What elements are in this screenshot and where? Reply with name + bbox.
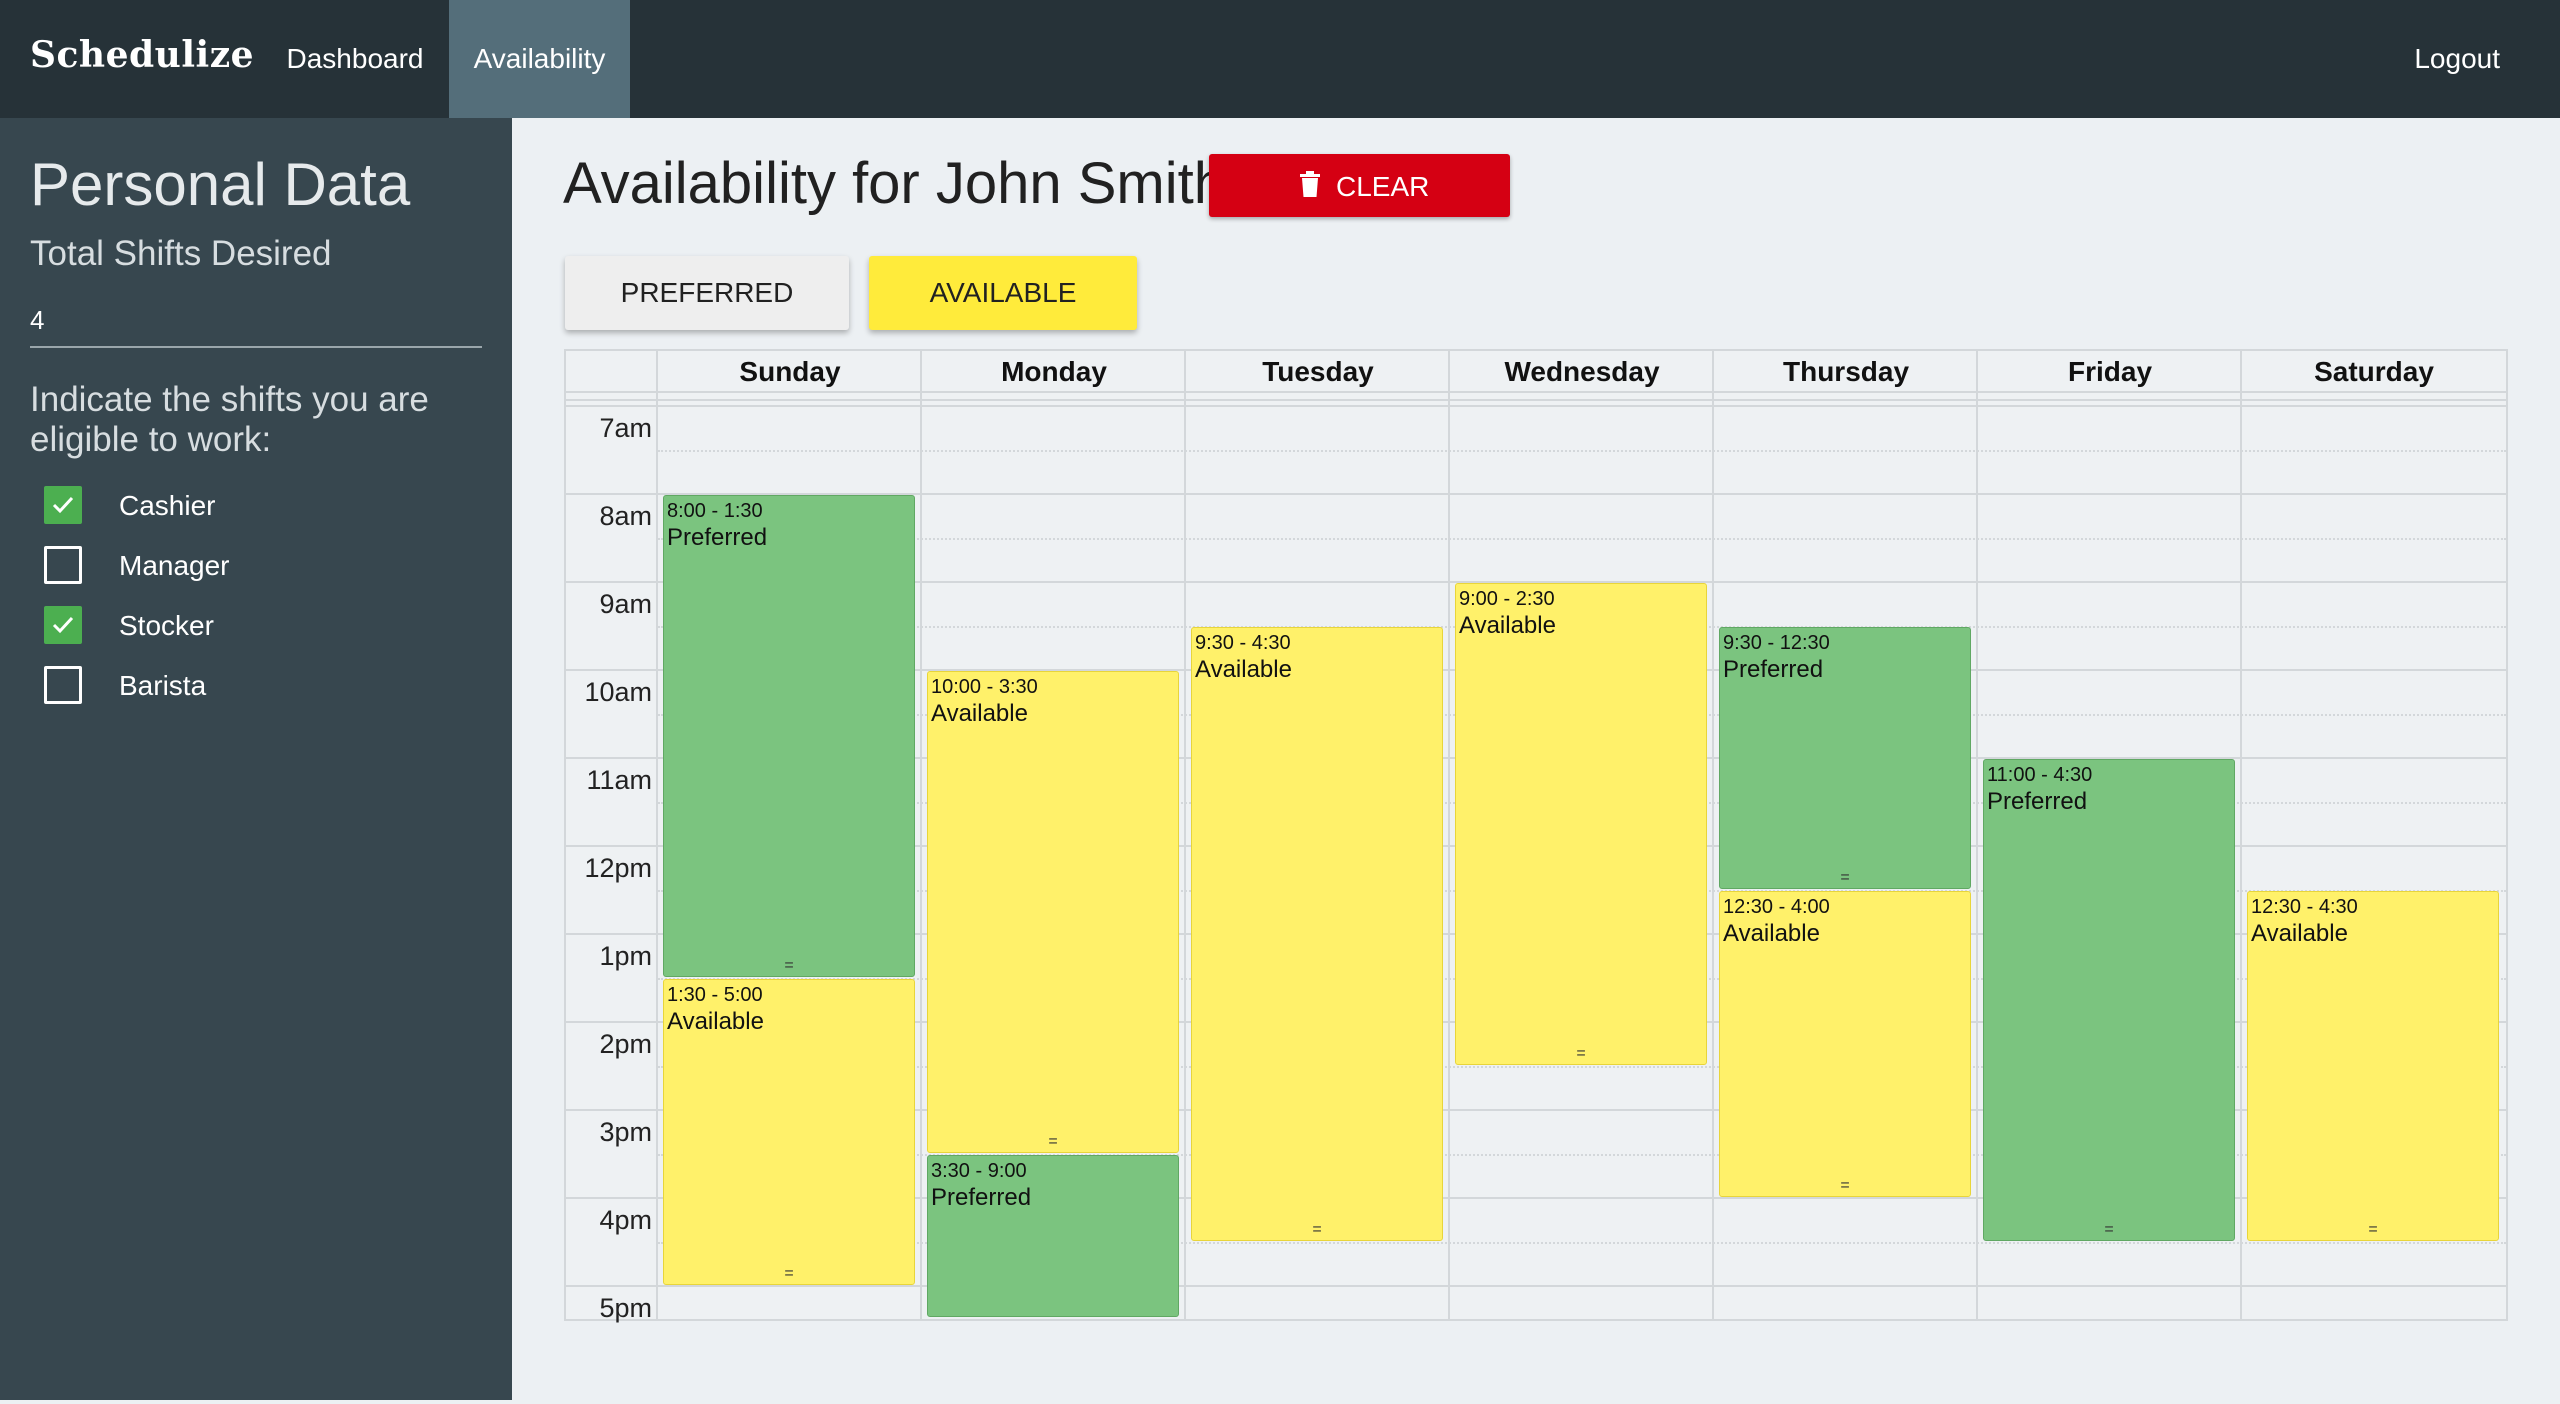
- day-header: Sunday: [739, 356, 841, 387]
- day-divider: [1184, 351, 1186, 1319]
- grid-line: [566, 399, 2506, 401]
- brand-logo[interactable]: Schedulize: [30, 34, 254, 76]
- day-divider: [1976, 351, 1978, 1319]
- shifts-desired-input[interactable]: [30, 294, 482, 348]
- time-label: 12pm: [584, 853, 652, 883]
- role-label: Stocker: [119, 610, 214, 641]
- hour-line: [566, 1285, 2506, 1287]
- nav-availability[interactable]: Availability: [449, 0, 630, 118]
- day-header: Saturday: [2314, 356, 2434, 387]
- shift-label: Available: [667, 1008, 764, 1035]
- preferred-toggle[interactable]: PREFERRED: [565, 256, 849, 330]
- sidebar: Personal Data Total Shifts Desired Indic…: [0, 118, 512, 1400]
- resize-handle[interactable]: =: [1720, 1178, 1970, 1194]
- shift-block[interactable]: 9:30 - 12:30 Preferred =: [1719, 627, 1971, 889]
- resize-handle[interactable]: =: [2248, 1222, 2498, 1238]
- role-label: Manager: [119, 550, 230, 581]
- roles-prompt: Indicate the shifts you are eligible to …: [30, 380, 429, 459]
- trash-icon: [1300, 171, 1320, 197]
- shift-block[interactable]: 12:30 - 4:30 Available =: [2247, 891, 2499, 1241]
- day-header: Monday: [1001, 356, 1107, 387]
- time-label: 11am: [586, 765, 652, 795]
- week-calendar: Sunday Monday Tuesday Wednesday Thursday Frid…: [564, 349, 2508, 1323]
- day-divider: [2240, 351, 2242, 1319]
- shift-label: Available: [1723, 920, 1820, 947]
- time-label: 9am: [599, 589, 652, 619]
- time-label: 10am: [584, 677, 652, 707]
- cashier-checkbox[interactable]: [44, 486, 82, 524]
- time-label: 1pm: [599, 941, 652, 971]
- stocker-checkbox[interactable]: [44, 606, 82, 644]
- shift-label: Preferred: [667, 524, 768, 551]
- clear-label: CLEAR: [1336, 171, 1430, 202]
- check-icon: [52, 616, 74, 634]
- shift-label: Available: [1195, 656, 1292, 683]
- resize-handle[interactable]: =: [1456, 1046, 1706, 1062]
- time-label: 7am: [599, 413, 652, 443]
- time-label: 4pm: [599, 1205, 652, 1235]
- shift-block[interactable]: 11:00 - 4:30 Preferred =: [1983, 759, 2235, 1241]
- available-toggle[interactable]: AVAILABLE: [869, 256, 1137, 330]
- time-label: 3pm: [599, 1117, 652, 1147]
- page-title: Availability for John Smith: [563, 151, 1227, 216]
- day-divider: [1712, 351, 1714, 1319]
- role-label: Cashier: [119, 490, 216, 521]
- shift-time: 12:30 - 4:30: [2251, 896, 2358, 918]
- role-label: Barista: [119, 670, 207, 701]
- shift-label: Available: [1459, 612, 1556, 639]
- half-hour-line: [658, 538, 2506, 540]
- resize-handle[interactable]: =: [928, 1134, 1178, 1150]
- time-label: 8am: [599, 501, 652, 531]
- shift-block[interactable]: 9:00 - 2:30 Available =: [1455, 583, 1707, 1065]
- day-divider: [656, 351, 658, 1319]
- shift-block[interactable]: 12:30 - 4:00 Available =: [1719, 891, 1971, 1197]
- shift-label: Available: [2251, 920, 2348, 947]
- shift-time: 9:30 - 4:30: [1195, 632, 1291, 654]
- shift-label: Preferred: [1723, 656, 1824, 683]
- day-divider: [920, 351, 922, 1319]
- shift-time: 11:00 - 4:30: [1987, 764, 2093, 786]
- shifts-desired-label: Total Shifts Desired: [30, 234, 332, 273]
- resize-handle[interactable]: =: [664, 1266, 914, 1282]
- shift-time: 12:30 - 4:00: [1723, 896, 1830, 918]
- day-header: Wednesday: [1504, 356, 1660, 387]
- nav-logout[interactable]: Logout: [2414, 0, 2500, 118]
- resize-handle[interactable]: =: [664, 958, 914, 974]
- time-label: 2pm: [599, 1029, 652, 1059]
- resize-handle[interactable]: =: [1720, 870, 1970, 886]
- nav-dashboard[interactable]: Dashboard: [261, 0, 449, 118]
- shift-time: 3:30 - 9:00: [931, 1160, 1027, 1182]
- shift-block[interactable]: 1:30 - 5:00 Available =: [663, 979, 915, 1285]
- day-header: Tuesday: [1262, 356, 1374, 387]
- resize-handle[interactable]: =: [1192, 1222, 1442, 1238]
- shift-block[interactable]: 10:00 - 3:30 Available =: [927, 671, 1179, 1153]
- check-icon: [52, 496, 74, 514]
- half-hour-line: [658, 450, 2506, 452]
- shift-time: 8:00 - 1:30: [667, 500, 763, 522]
- shift-block[interactable]: 9:30 - 4:30 Available =: [1191, 627, 1443, 1241]
- clear-button[interactable]: CLEAR: [1209, 154, 1510, 217]
- day-header: Friday: [2067, 356, 2153, 387]
- resize-handle[interactable]: =: [1984, 1222, 2234, 1238]
- sidebar-title: Personal Data: [30, 151, 411, 218]
- shift-time: 1:30 - 5:00: [667, 984, 763, 1006]
- barista-checkbox[interactable]: [44, 666, 82, 704]
- day-divider: [1448, 351, 1450, 1319]
- shift-label: Available: [931, 700, 1028, 727]
- shift-time: 9:00 - 2:30: [1459, 588, 1555, 610]
- top-navbar: Schedulize Dashboard Availability Logout: [0, 0, 2560, 118]
- shift-label: Preferred: [1987, 788, 2088, 815]
- shift-block[interactable]: 3:30 - 9:00 Preferred: [927, 1155, 1179, 1317]
- shift-time: 9:30 - 12:30: [1723, 632, 1830, 654]
- shift-block[interactable]: 8:00 - 1:30 Preferred =: [663, 495, 915, 977]
- manager-checkbox[interactable]: [44, 546, 82, 584]
- shift-label: Preferred: [931, 1184, 1032, 1211]
- shift-time: 10:00 - 3:30: [931, 676, 1038, 698]
- day-header: Thursday: [1782, 356, 1910, 387]
- hour-line: [566, 405, 2506, 407]
- time-label: 5pm: [599, 1293, 652, 1323]
